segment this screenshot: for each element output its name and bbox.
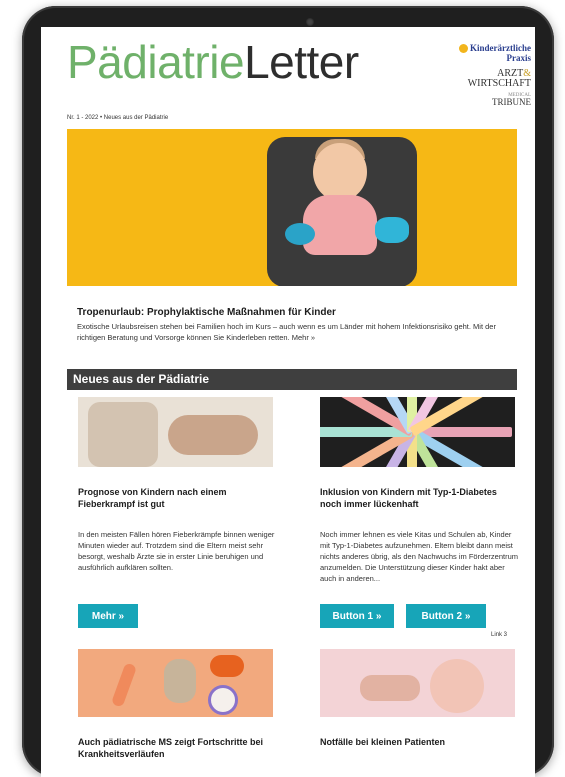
hero-headline[interactable]: Tropenurlaub: Prophylaktische Maßnahmen … [77, 307, 336, 318]
article-title[interactable]: Inklusion von Kindern mit Typ-1-Diabetes… [320, 486, 510, 510]
article-title[interactable]: Prognose von Kindern nach einem Fieberkr… [78, 486, 268, 510]
logo3-text: TRIBUNE [492, 97, 531, 108]
hero-image[interactable] [67, 129, 517, 286]
section-header: Neues aus der Pädiatrie [67, 369, 517, 390]
logo2-line2: WIRTSCHAFT [467, 78, 531, 90]
logo1-text: Kinderärztliche Praxis [470, 43, 531, 64]
speech-bubble-shape [210, 655, 244, 677]
partner-logos: Kinderärztliche Praxis ARZT& WIRTSCHAFT … [445, 43, 531, 107]
logo-medical-tribune[interactable]: MEDICAL TRIBUNE [445, 93, 531, 107]
button-2[interactable]: Button 2 » [406, 604, 486, 628]
brand-part2: Letter [244, 36, 359, 88]
hand-shape [360, 675, 420, 701]
toy-shape [285, 223, 315, 245]
teddy-bear-shape [164, 659, 196, 703]
baby-head-shape [313, 143, 367, 201]
ribbon-shape [110, 662, 138, 708]
article-image[interactable] [320, 397, 515, 467]
image-shape [168, 415, 258, 455]
image-shape [88, 402, 158, 467]
more-button[interactable]: Mehr » [78, 604, 138, 628]
toy-shape [375, 217, 409, 243]
newsletter-screen: PädiatrieLetter Kinderärztliche Praxis A… [41, 27, 535, 777]
article-title[interactable]: Auch pädiatrische MS zeigt Fortschritte … [78, 736, 268, 760]
baby-body-shape [303, 195, 377, 255]
article-image[interactable] [78, 397, 273, 467]
article-teaser: Noch immer lehnen es viele Kitas und Sch… [320, 530, 519, 583]
article-image[interactable] [320, 649, 515, 717]
link-3[interactable]: Link 3 [491, 632, 507, 638]
issue-line: Nr. 1 - 2022 • Neues aus der Pädiatrie [67, 115, 169, 121]
child-face-shape [430, 659, 484, 713]
brand-part1: Pädiatrie [67, 36, 245, 88]
logo-kinderaerztliche-praxis[interactable]: Kinderärztliche Praxis [445, 43, 531, 63]
article-teaser: In den meisten Fällen hören Fieberkrämpf… [78, 530, 275, 572]
logo-dot-icon [459, 44, 469, 54]
article-image[interactable] [78, 649, 273, 717]
button-1[interactable]: Button 1 » [320, 604, 394, 628]
camera-dot [306, 18, 314, 26]
logo-arzt-wirtschaft[interactable]: ARZT& WIRTSCHAFT [445, 69, 531, 89]
newsletter-title: PädiatrieLetter [67, 39, 359, 85]
article-title[interactable]: Notfälle bei kleinen Patienten [320, 736, 510, 748]
alarm-clock-icon [208, 685, 238, 715]
section-title: Neues aus der Pädiatrie [73, 372, 210, 386]
hero-teaser: Exotische Urlaubsreisen stehen bei Famil… [77, 322, 496, 342]
